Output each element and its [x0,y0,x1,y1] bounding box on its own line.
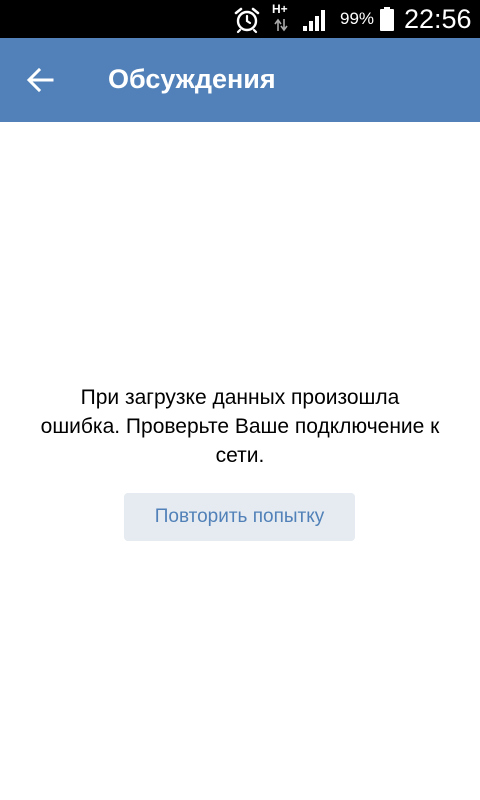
signal-icon [303,10,325,31]
back-button[interactable] [16,58,64,102]
alarm-icon [234,7,260,34]
app-header: Обсуждения [0,38,480,122]
error-block: При загрузке данных произошла ошибка. Пр… [0,383,480,470]
retry-button[interactable]: Повторить попытку [124,493,355,541]
arrow-left-icon [26,67,54,93]
battery-percent: 99% [340,9,375,28]
clock: 22:56 [404,4,472,34]
battery-icon [380,7,394,31]
network-arrows-icon [274,18,288,32]
page-title: Обсуждения [108,64,276,94]
status-bar: H+ 99% 22:56 [0,0,480,38]
network-type-label: H+ [272,2,288,16]
error-message: При загрузке данных произошла ошибка. Пр… [40,386,440,467]
